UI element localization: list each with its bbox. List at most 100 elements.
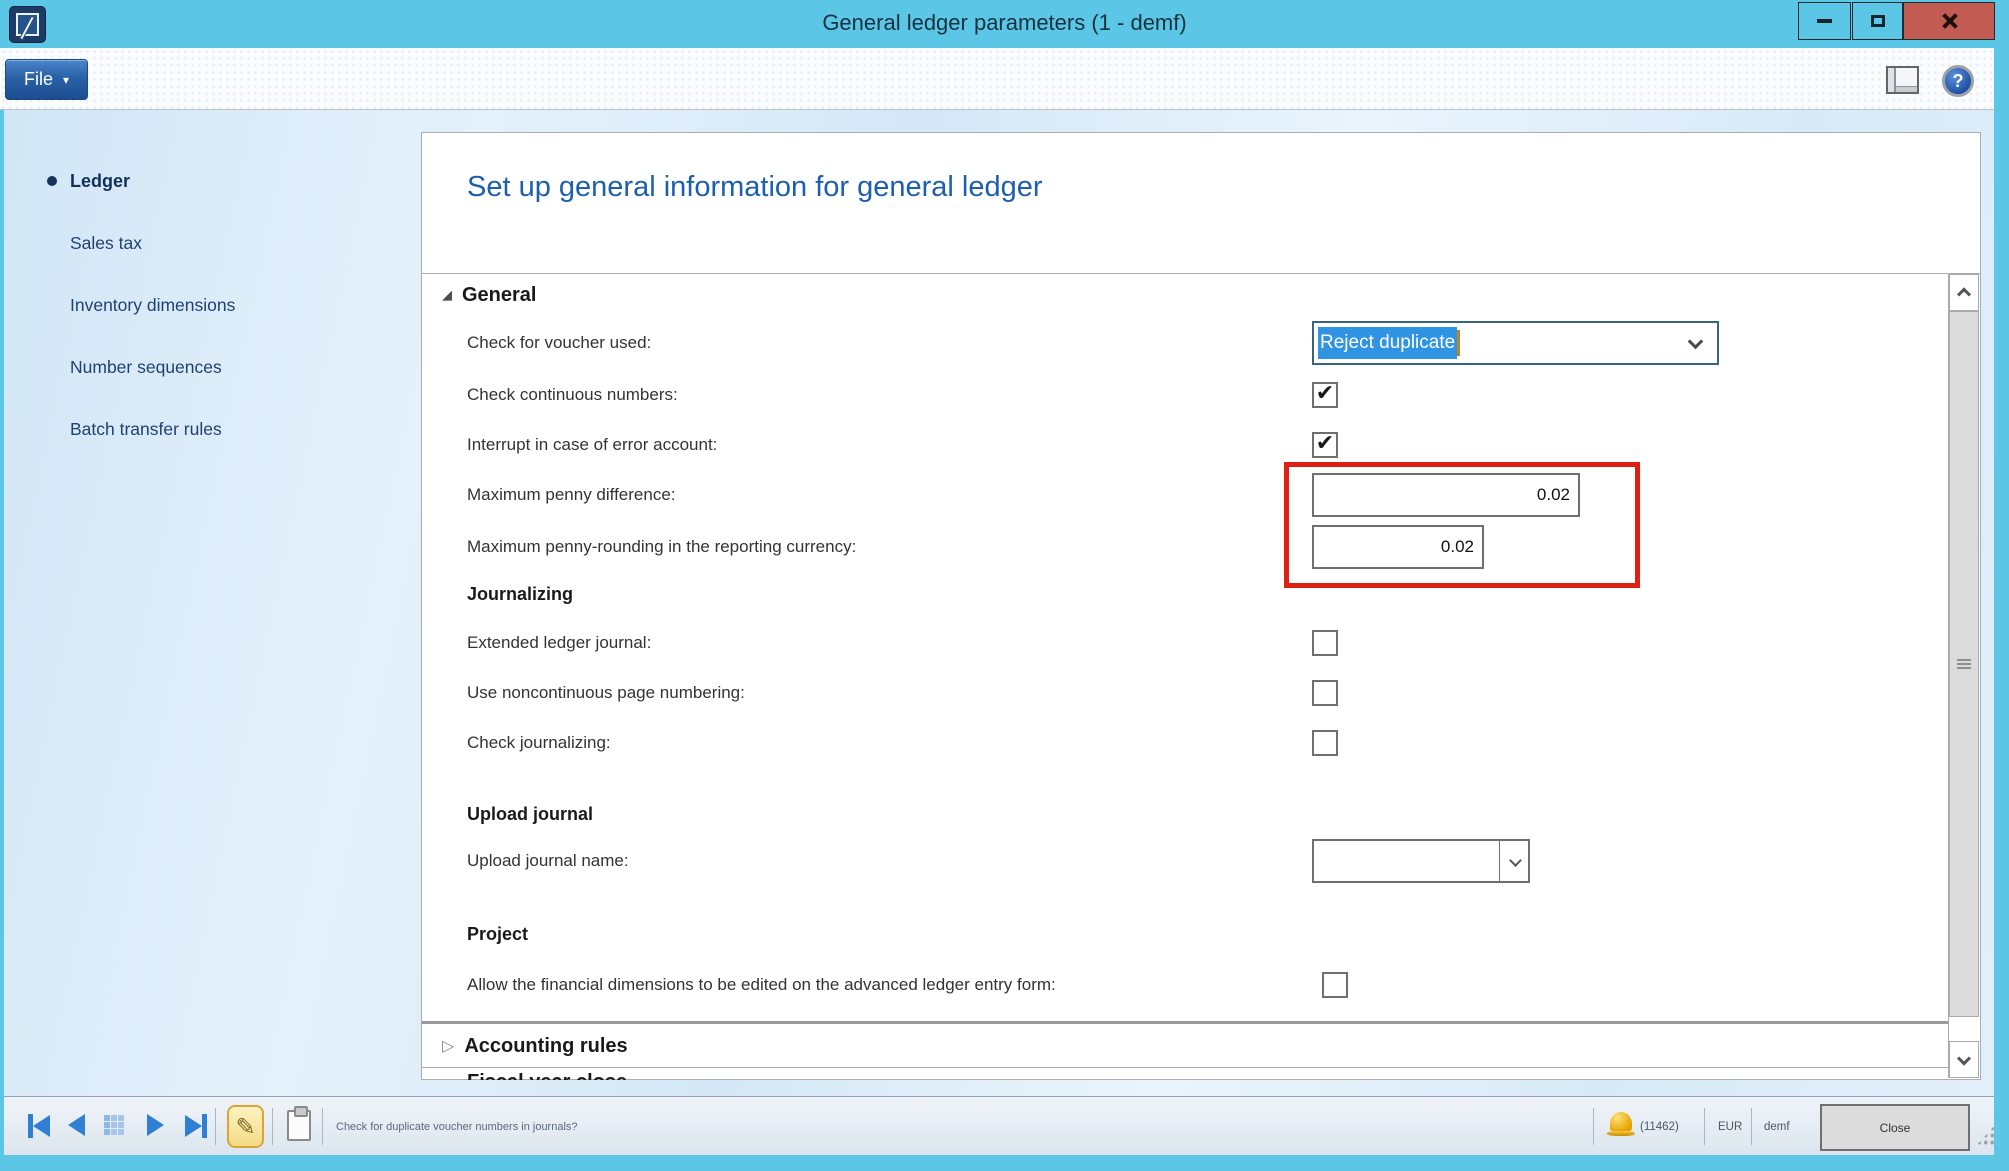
- go-to-last-button[interactable]: [185, 1114, 207, 1138]
- chevron-down-icon: ▾: [63, 73, 69, 87]
- close-icon: [1940, 12, 1958, 30]
- field-label: Maximum penny-rounding in the reporting …: [467, 537, 1312, 557]
- checkmark-icon: ✔: [1316, 431, 1334, 456]
- dropdown-divider: [1499, 841, 1500, 881]
- maximize-icon: [1871, 15, 1885, 27]
- field-label: Interrupt in case of error account:: [467, 435, 1312, 455]
- sidebar-item-label: Sales tax: [70, 233, 142, 254]
- company-indicator: demf: [1764, 1097, 1790, 1156]
- scroll-up-button[interactable]: [1949, 274, 1979, 311]
- main-area: Ledger Sales tax Inventory dimensions Nu…: [4, 110, 1994, 1096]
- separator: [322, 1108, 323, 1145]
- status-bar: ✎ Check for duplicate voucher numbers in…: [4, 1096, 1994, 1155]
- chevron-down-icon: [1688, 334, 1704, 350]
- sidebar-item-label: Number sequences: [70, 357, 222, 378]
- row-continuous-numbers: Check continuous numbers: ✔: [467, 373, 1907, 417]
- section-title: General: [462, 284, 536, 307]
- help-icon[interactable]: ?: [1942, 65, 1974, 97]
- section-header-accounting-rules[interactable]: ▷ Accounting rules: [442, 1029, 628, 1063]
- currency-indicator: EUR: [1718, 1097, 1742, 1156]
- continuous-numbers-checkbox[interactable]: ✔: [1312, 382, 1338, 408]
- subsection-upload-journal: Upload journal: [467, 799, 593, 829]
- close-button[interactable]: [1903, 2, 1995, 40]
- resize-grip[interactable]: [1976, 1125, 1995, 1146]
- allow-dimensions-checkbox[interactable]: [1322, 972, 1348, 998]
- first-record-icon: [33, 1115, 50, 1137]
- expander-collapsed-icon: ▷: [442, 1036, 454, 1056]
- sidebar-item-label: Batch transfer rules: [70, 419, 222, 440]
- status-help-text: Check for duplicate voucher numbers in j…: [336, 1097, 578, 1156]
- sidebar-item-label: Ledger: [70, 171, 130, 192]
- layout-icon-col: [1888, 68, 1896, 92]
- previous-record-icon: [68, 1114, 85, 1136]
- interrupt-error-checkbox[interactable]: ✔: [1312, 432, 1338, 458]
- chevron-down-icon: [1509, 854, 1522, 867]
- section-header-general[interactable]: ◢ General: [442, 279, 536, 311]
- row-upload-journal-name: Upload journal name:: [467, 839, 1907, 883]
- last-record-icon: [185, 1115, 202, 1137]
- window-layout-icon[interactable]: [1886, 66, 1919, 94]
- title-bar: General ledger parameters (1 - demf): [0, 0, 2009, 48]
- field-label: Check journalizing:: [467, 733, 1312, 753]
- field-label: Check continuous numbers:: [467, 385, 1312, 405]
- active-bullet-icon: [47, 176, 57, 186]
- row-allow-dimensions: Allow the financial dimensions to be edi…: [467, 963, 1907, 1007]
- previous-record-button[interactable]: [68, 1114, 85, 1136]
- separator: [1593, 1108, 1594, 1145]
- sidebar-item-inventory-dimensions[interactable]: Inventory dimensions: [70, 292, 235, 318]
- minimize-icon: [1817, 19, 1832, 23]
- sidebar-item-label: Inventory dimensions: [70, 295, 235, 316]
- paste-icon[interactable]: [287, 1110, 311, 1141]
- noncontinuous-paging-checkbox[interactable]: [1312, 680, 1338, 706]
- edit-record-button[interactable]: ✎: [227, 1105, 264, 1148]
- upload-journal-name-dropdown[interactable]: [1312, 839, 1530, 883]
- maximize-button[interactable]: [1852, 2, 1903, 40]
- app-window: General ledger parameters (1 - demf) Fil…: [0, 0, 2009, 1171]
- checkmark-icon: ✔: [1316, 381, 1334, 406]
- row-extended-journal: Extended ledger journal:: [467, 621, 1907, 665]
- divider: [422, 1067, 1948, 1068]
- subsection-journalizing: Journalizing: [467, 579, 573, 609]
- extended-journal-checkbox[interactable]: [1312, 630, 1338, 656]
- separator: [215, 1108, 216, 1145]
- penny-rounding-input[interactable]: [1312, 525, 1484, 569]
- check-journalizing-checkbox[interactable]: [1312, 730, 1338, 756]
- grid-view-button[interactable]: [104, 1115, 124, 1135]
- field-label: Extended ledger journal:: [467, 633, 1312, 653]
- chevron-down-icon: [1957, 1051, 1971, 1065]
- row-check-journalizing: Check journalizing:: [467, 721, 1907, 765]
- field-label: Check for voucher used:: [467, 333, 1312, 353]
- section-header-clipped[interactable]: Fiscal year close: [467, 1071, 627, 1080]
- divider: [422, 1021, 1948, 1024]
- sidebar-item-batch-transfer-rules[interactable]: Batch transfer rules: [70, 416, 222, 442]
- scroll-down-button[interactable]: [1949, 1041, 1979, 1078]
- penny-difference-input[interactable]: [1312, 473, 1580, 517]
- separator: [1704, 1108, 1705, 1145]
- notifications-bell-icon[interactable]: [1610, 1112, 1632, 1131]
- go-to-first-button[interactable]: [28, 1114, 50, 1138]
- minimize-button[interactable]: [1798, 2, 1851, 40]
- sidebar-item-sales-tax[interactable]: Sales tax: [70, 230, 142, 256]
- sidebar-item-ledger[interactable]: Ledger: [70, 168, 130, 194]
- content-panel: Set up general information for general l…: [421, 132, 1981, 1080]
- close-form-button[interactable]: Close: [1820, 1104, 1970, 1151]
- next-record-button[interactable]: [147, 1114, 164, 1136]
- row-check-voucher: Check for voucher used: Reject duplicate: [467, 321, 1907, 365]
- divider: [422, 273, 1980, 274]
- field-label: Use noncontinuous page numbering:: [467, 683, 1312, 703]
- vertical-scrollbar[interactable]: [1948, 274, 1979, 1078]
- row-interrupt-error: Interrupt in case of error account: ✔: [467, 423, 1907, 467]
- file-menu-button[interactable]: File ▾: [5, 59, 88, 100]
- row-penny-difference: Maximum penny difference:: [467, 473, 1907, 517]
- subsection-project: Project: [467, 919, 528, 949]
- scrollbar-thumb[interactable]: [1949, 311, 1979, 1017]
- notification-count: (11462): [1640, 1097, 1679, 1156]
- file-menu-label: File: [24, 69, 53, 90]
- sidebar-item-number-sequences[interactable]: Number sequences: [70, 354, 222, 380]
- voucher-used-dropdown[interactable]: Reject duplicate: [1312, 321, 1719, 365]
- separator: [1751, 1108, 1752, 1145]
- scrollbar-grip-icon: [1957, 659, 1971, 669]
- text-cursor: [1457, 330, 1460, 356]
- last-record-bar-icon: [202, 1114, 207, 1138]
- field-label: Allow the financial dimensions to be edi…: [467, 975, 1322, 995]
